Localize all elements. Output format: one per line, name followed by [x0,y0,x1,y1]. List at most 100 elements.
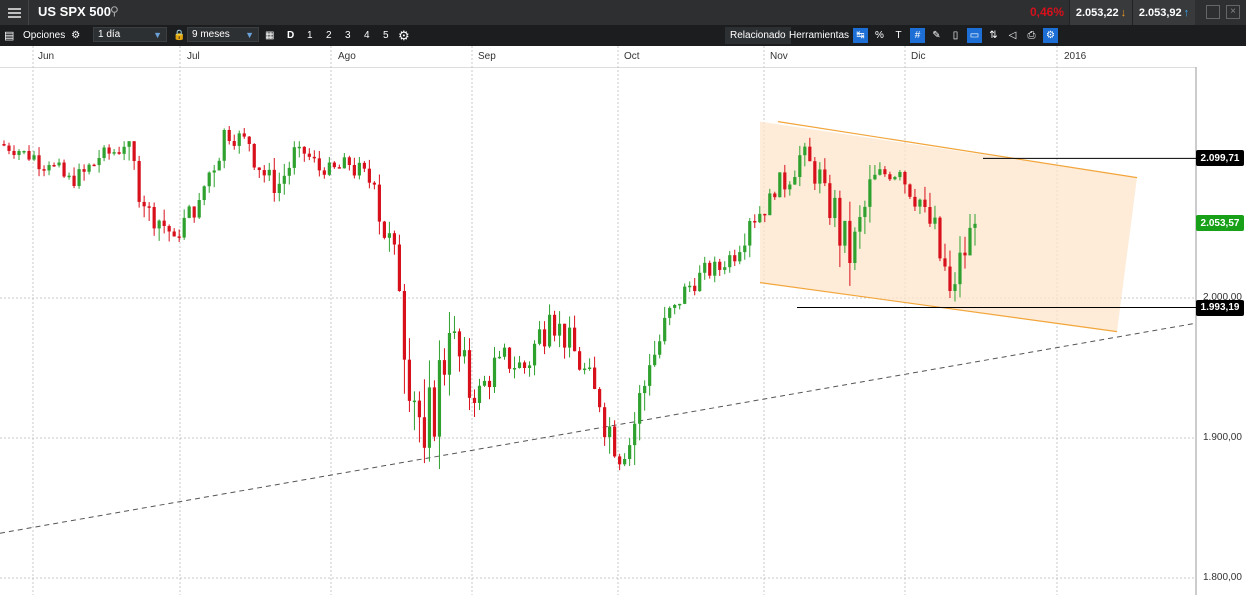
crosshair-tool-icon[interactable]: ↹ [853,28,868,43]
grid-icon[interactable]: # [910,28,925,43]
candle-down [162,220,166,227]
chevron-down-icon: ▼ [153,29,162,40]
candle-up [653,354,657,366]
chevron-down-icon: ▼ [245,29,254,40]
top-bar: US SPX 500 ⚲ 0,46% 2.053,22 ↓ 2.053,92 ↑… [0,0,1246,25]
candle-down [542,329,547,347]
candle-up [863,206,867,218]
candle-down [522,362,527,368]
candle-up [953,284,957,291]
candle-up [898,172,902,178]
candle-down [332,162,336,168]
candle-up [723,267,727,270]
candle-up [447,333,452,375]
print-icon[interactable]: ⎙ [1024,28,1039,43]
candle-up [933,217,937,224]
options-menu[interactable]: Opciones ⚙ [23,25,80,46]
candle-up [212,170,216,173]
candle-up [342,157,346,169]
layout-1-button[interactable]: 1 [307,25,313,46]
day-button[interactable]: D [287,25,294,46]
indicator-icon[interactable]: ⇅ [986,28,1001,43]
chart-settings-icon[interactable]: ⚙ [1043,28,1058,43]
candle-up [793,177,797,185]
menu-icon[interactable] [0,0,29,25]
candle-down [232,141,236,146]
interval-value: 1 día [98,29,121,40]
candle-up [678,303,682,306]
tools-menu[interactable]: Herramientas [789,25,849,46]
lock-icon[interactable]: 🔒 [173,25,185,46]
text-tool-icon[interactable]: T [891,28,906,43]
candle-up [497,356,502,359]
candle-down [593,367,597,390]
candle-up [582,368,587,371]
price-tick-1900: 1.900,00 [1203,432,1242,443]
related-button[interactable]: Relacionado [725,27,791,44]
candle-icon[interactable]: ▯ [948,28,963,43]
label-icon[interactable]: ◁ [1005,28,1020,43]
candle-down [242,133,246,137]
layout-5-button[interactable]: 5 [383,25,389,46]
candle-up [477,385,482,403]
candle-down [347,157,351,165]
candle-down [838,197,842,246]
candle-up [663,317,667,342]
candle-down [132,141,136,162]
layout-2-button[interactable]: 2 [326,25,332,46]
compare-icon[interactable]: ▭ [967,28,982,43]
sell-price-button[interactable]: 2.053,22 ↓ [1069,0,1132,25]
candle-down [42,169,46,171]
percent-icon[interactable]: % [872,28,887,43]
candle-up [858,217,862,232]
search-icon[interactable]: ⚲ [110,4,119,18]
draw-tool-icon[interactable]: ✎ [929,28,944,43]
list-icon[interactable]: ▤ [4,25,14,46]
candle-up [122,146,126,154]
candle-down [888,174,892,180]
candle-up [698,272,702,292]
calendar-icon[interactable]: ▦ [265,25,274,46]
candle-down [2,144,6,146]
candle-down [37,155,41,170]
candle-up [267,169,271,176]
candle-up [97,158,101,166]
layout-4-button[interactable]: 4 [364,25,370,46]
price-chart[interactable] [0,0,1246,595]
month-label-oct: Oct [624,51,640,62]
range-select[interactable]: 9 meses ▼ [187,27,259,42]
candle-down [317,158,321,171]
interval-select[interactable]: 1 día ▼ [93,27,167,42]
candle-up [873,174,877,180]
candle-down [367,168,371,183]
long-trendline [0,322,1197,534]
candle-down [372,182,376,185]
candle-up [157,220,161,229]
candle-up [292,147,296,168]
close-icon[interactable]: × [1226,5,1240,19]
layout-3-button[interactable]: 3 [345,25,351,46]
candle-up [207,172,211,187]
candle-down [12,150,16,155]
candle-down [598,389,602,408]
candle-up [87,164,91,172]
maximize-icon[interactable] [1206,5,1220,19]
buy-price-button[interactable]: 2.053,92 ↑ [1132,0,1195,25]
candle-down [733,255,737,262]
candle-down [618,456,622,465]
channel-lower-line [759,282,1118,333]
candle-up [297,146,301,149]
settings-gear-icon[interactable]: ⚙ [398,25,410,46]
channel-upper-line [777,121,1138,179]
month-label-sep: Sep [478,51,496,62]
candle-up [683,286,687,304]
candle-down [472,397,477,403]
candle-up [628,445,632,459]
candle-up [387,233,391,238]
candle-up [547,314,552,347]
instrument-title[interactable]: US SPX 500 [38,4,111,19]
candle-down [107,147,111,154]
candle-up [778,172,782,198]
candle-down [572,327,577,352]
candle-up [427,387,432,448]
